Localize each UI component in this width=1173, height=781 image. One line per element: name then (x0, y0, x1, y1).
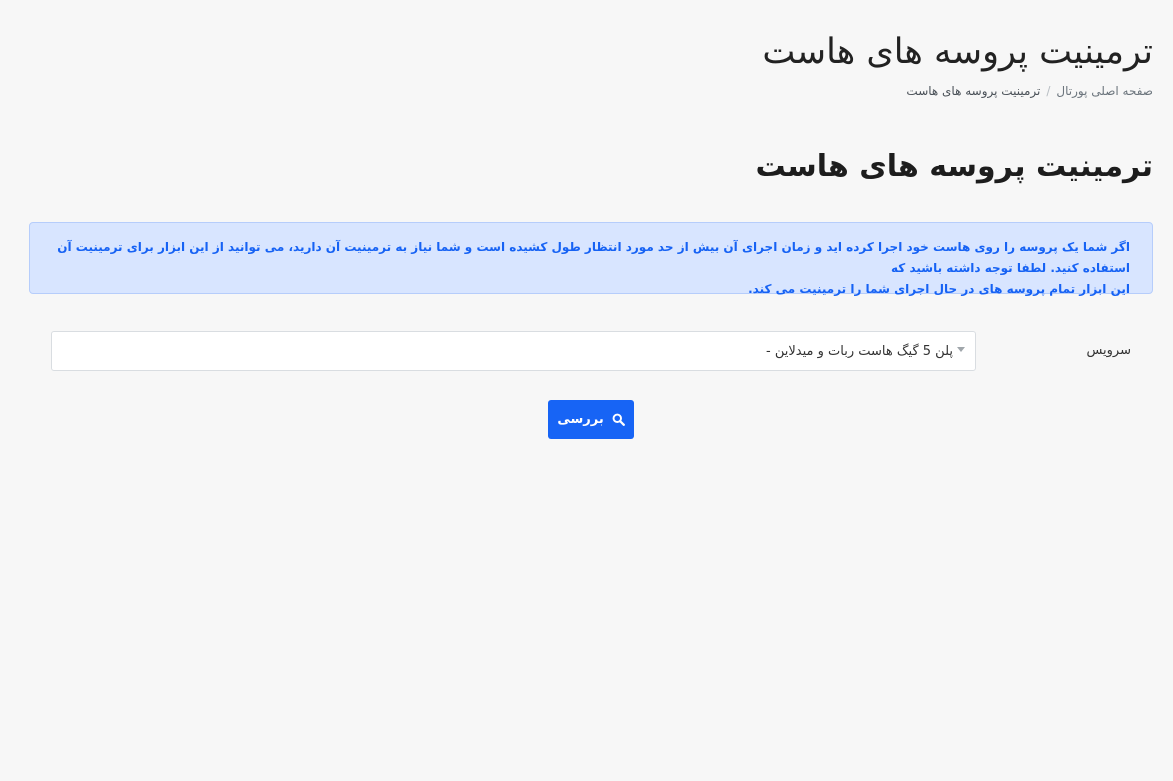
page-title: ترمینیت پروسه های هاست (762, 32, 1153, 72)
caret-down-icon (957, 347, 965, 352)
service-label: سرویس (1086, 343, 1131, 358)
breadcrumb-current: ترمینیت پروسه های هاست (906, 84, 1041, 98)
page-header: ترمینیت پروسه های هاست صفحه اصلی پورتال /… (20, 28, 1153, 100)
alert-line-2: این ابزار تمام پروسه های در حال اجرای شم… (748, 282, 1130, 296)
search-icon (612, 413, 625, 426)
check-button[interactable]: بررسی (548, 400, 634, 439)
service-form-row: سرویس پلن 5 گیگ هاست ربات و میدلاین - (51, 331, 1153, 371)
alert-line-1: اگر شما یک پروسه را روی هاست خود اجرا کر… (57, 240, 1130, 275)
breadcrumb-home-link[interactable]: صفحه اصلی پورتال (1056, 84, 1153, 98)
info-alert: اگر شما یک پروسه را روی هاست خود اجرا کر… (29, 222, 1153, 296)
breadcrumb-separator: / (1046, 84, 1051, 98)
page: ترمینیت پروسه های هاست صفحه اصلی پورتال /… (0, 0, 1173, 781)
service-select[interactable]: پلن 5 گیگ هاست ربات و میدلاین - (51, 331, 976, 371)
section-heading: ترمینیت پروسه های هاست (755, 149, 1154, 184)
service-select-value: پلن 5 گیگ هاست ربات و میدلاین - (766, 344, 953, 359)
check-button-label: بررسی (557, 412, 604, 427)
breadcrumb: صفحه اصلی پورتال / ترمینیت پروسه های هاست (20, 82, 1153, 100)
